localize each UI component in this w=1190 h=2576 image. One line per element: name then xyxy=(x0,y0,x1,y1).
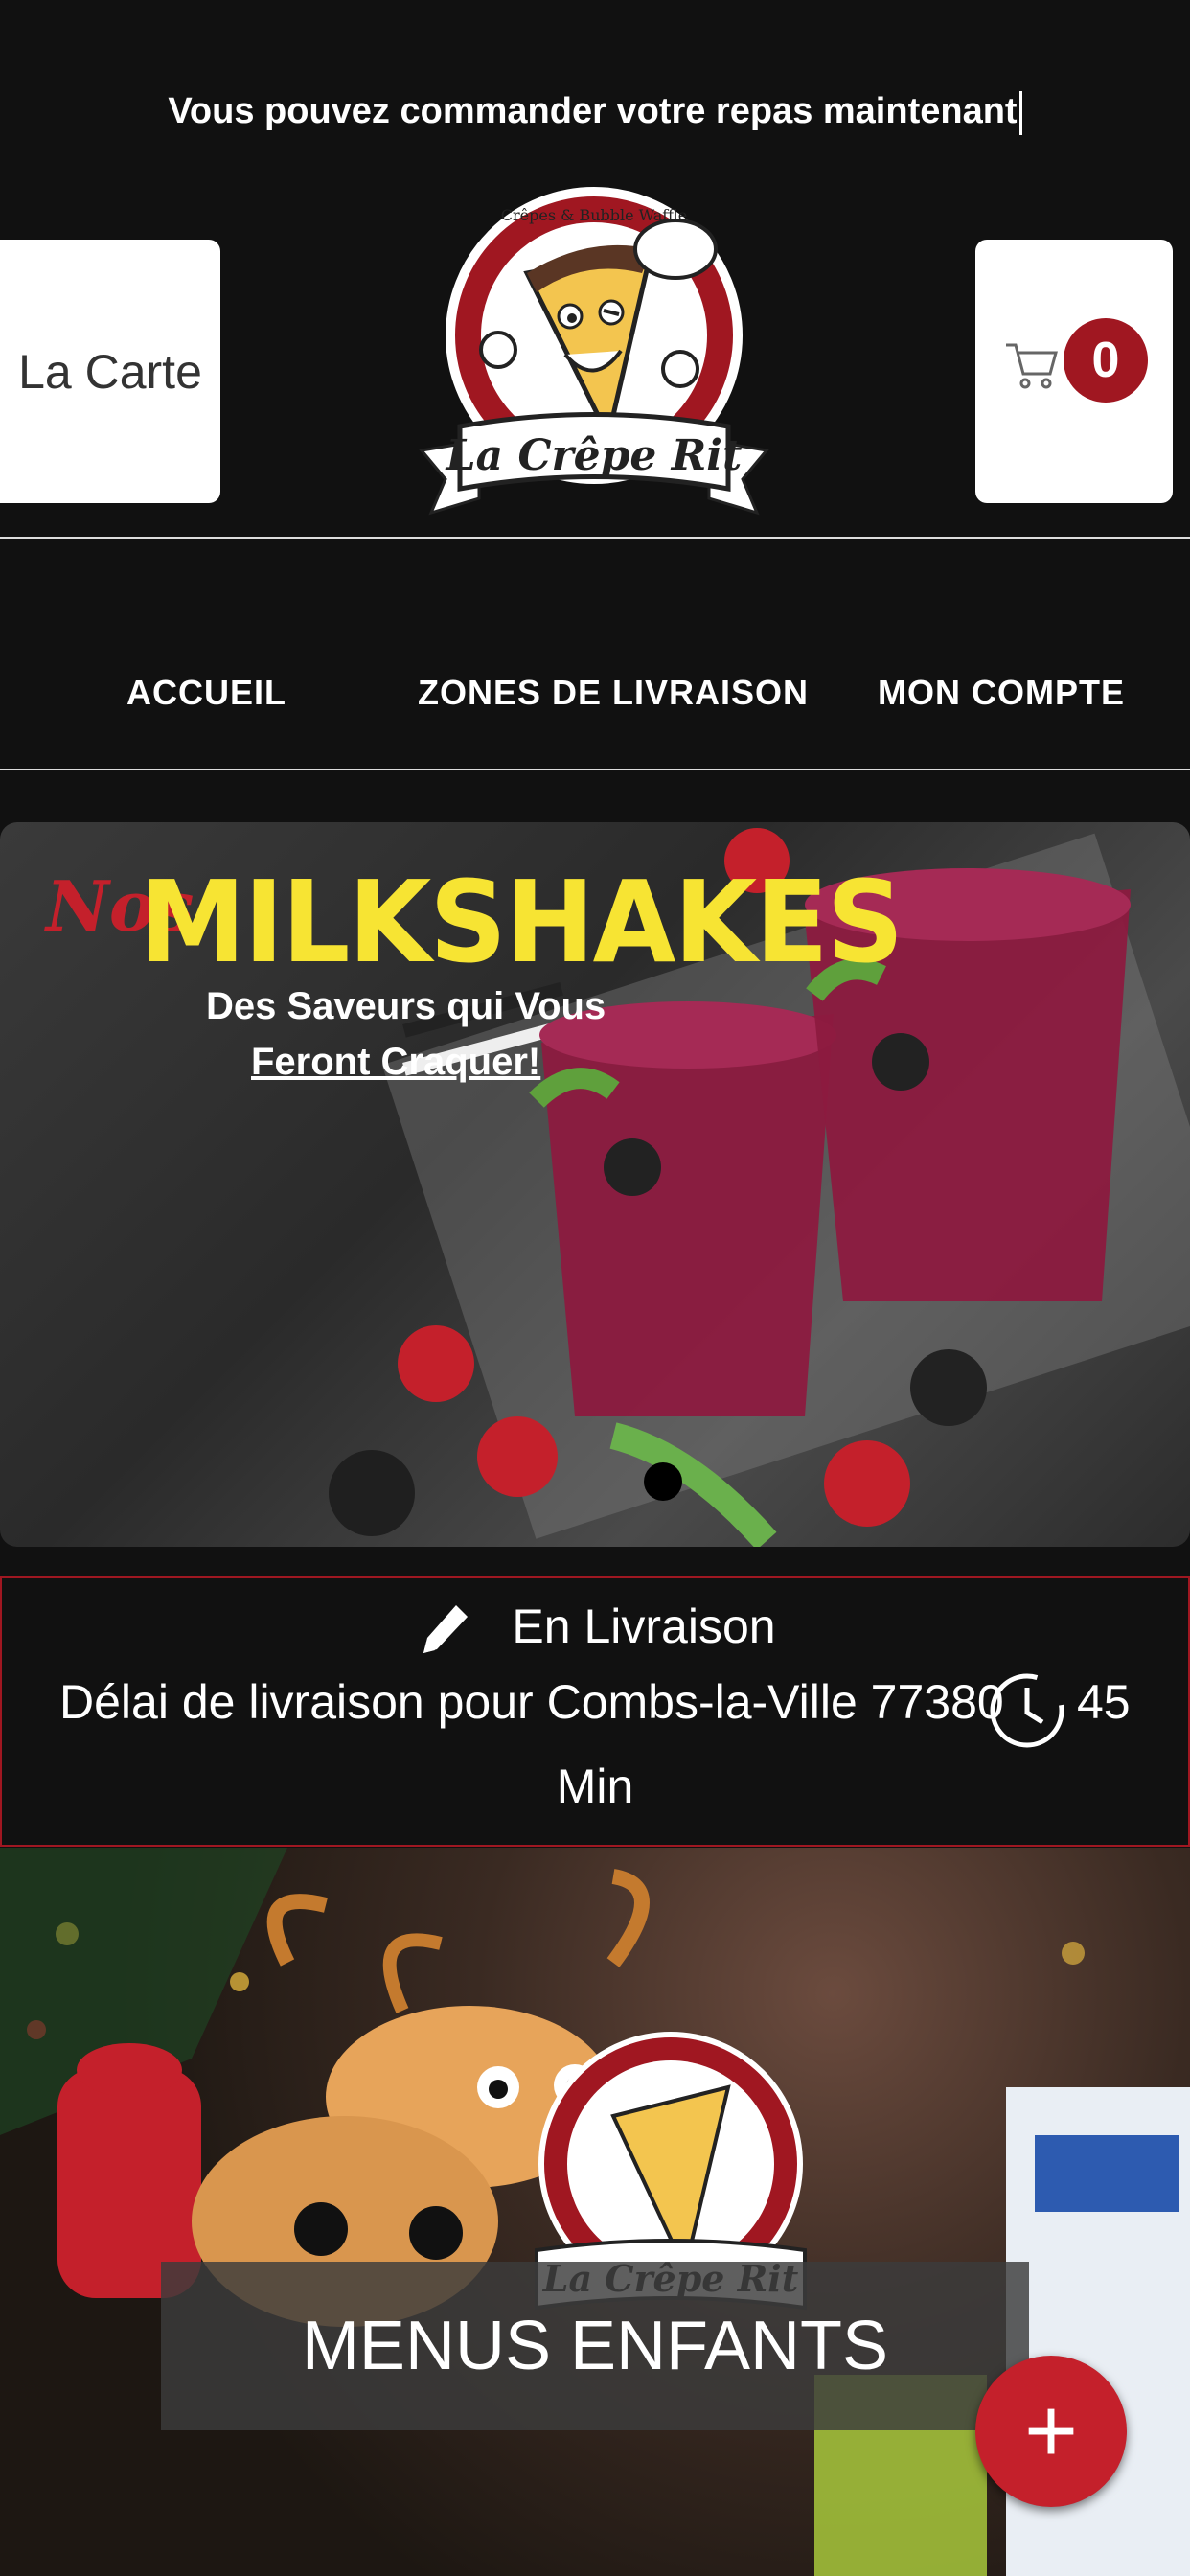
delivery-time-unit: Min xyxy=(556,1760,634,1813)
add-fab-button[interactable]: + xyxy=(975,2356,1127,2507)
category-title: MENUS ENFANTS xyxy=(301,2308,889,2384)
cart-count: 0 xyxy=(1091,333,1120,388)
brand-logo[interactable]: La Crêpe Rit Crêpes & Bubble Waffle xyxy=(402,182,786,537)
clock-icon xyxy=(990,1673,1064,1748)
carousel-dot[interactable] xyxy=(644,1462,682,1501)
delivery-mode-row[interactable]: En Livraison xyxy=(2,1598,1188,1663)
announcement-text: Vous pouvez commander votre repas mainte… xyxy=(168,91,1018,132)
delivery-time: 45 xyxy=(1077,1675,1131,1729)
announcement-banner: Vous pouvez commander votre repas mainte… xyxy=(0,91,1190,135)
delivery-info[interactable]: En Livraison Délai de livraison pour Com… xyxy=(0,1576,1190,1847)
promo-banner[interactable]: Nos MILKSHAKES Des Saveurs qui Vous Fero… xyxy=(0,822,1190,1547)
text-caret xyxy=(1018,91,1022,135)
app-screen: Vous pouvez commander votre repas mainte… xyxy=(0,0,1190,2576)
logo-text: La Crêpe Rit xyxy=(445,431,743,480)
menu-button-label: La Carte xyxy=(18,344,202,399)
nav-item-accueil[interactable]: ACCUEIL xyxy=(126,673,286,713)
banner-subtitle-line2: Feront Craquer! xyxy=(251,1041,541,1083)
pencil-icon xyxy=(423,1605,469,1653)
cart-icon xyxy=(1006,343,1058,389)
main-nav: ACCUEIL ZONES DE LIVRAISON MON COMPTE xyxy=(0,632,1190,748)
cart-count-badge: 0 xyxy=(1064,318,1148,402)
nav-item-compte[interactable]: MON COMPTE xyxy=(878,673,1125,713)
delivery-delay-text: Délai de livraison pour Combs-la-Ville 7… xyxy=(59,1675,1004,1729)
nav-item-zones[interactable]: ZONES DE LIVRAISON xyxy=(418,673,809,713)
header-divider xyxy=(0,537,1190,539)
delivery-mode: En Livraison xyxy=(512,1599,776,1654)
nav-divider xyxy=(0,769,1190,770)
banner-title: MILKSHAKES xyxy=(139,857,904,989)
banner-subtitle-line1: Des Saveurs qui Vous xyxy=(206,985,606,1027)
category-title-bar: MENUS ENFANTS xyxy=(161,2262,1029,2430)
cart-button[interactable]: 0 xyxy=(975,240,1173,503)
plus-icon: + xyxy=(1023,2380,1079,2482)
menu-button[interactable]: La Carte xyxy=(0,240,220,503)
logo-subtext: Crêpes & Bubble Waffle xyxy=(501,206,687,224)
